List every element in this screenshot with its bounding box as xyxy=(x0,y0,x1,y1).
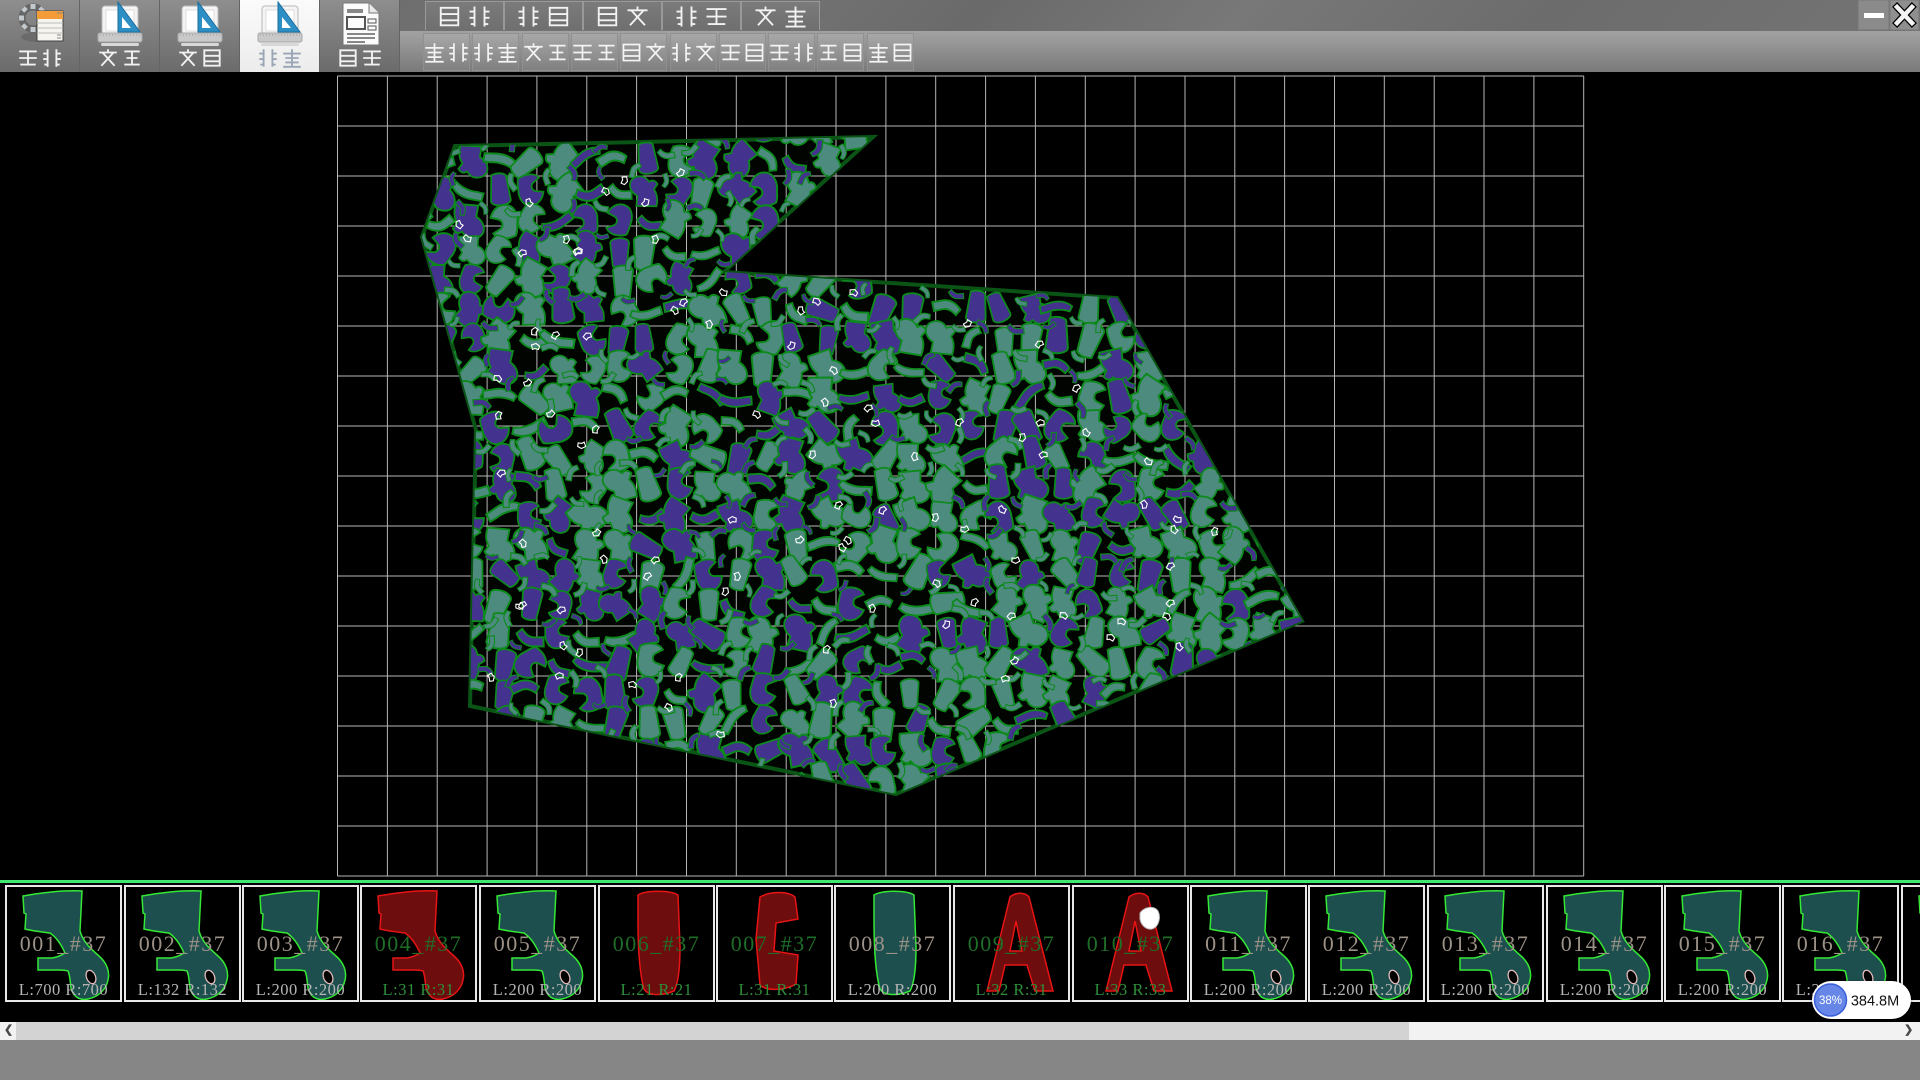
svg-text:38%: 38% xyxy=(1819,995,1842,1007)
svg-text:384.8M: 384.8M xyxy=(1851,994,1899,1010)
